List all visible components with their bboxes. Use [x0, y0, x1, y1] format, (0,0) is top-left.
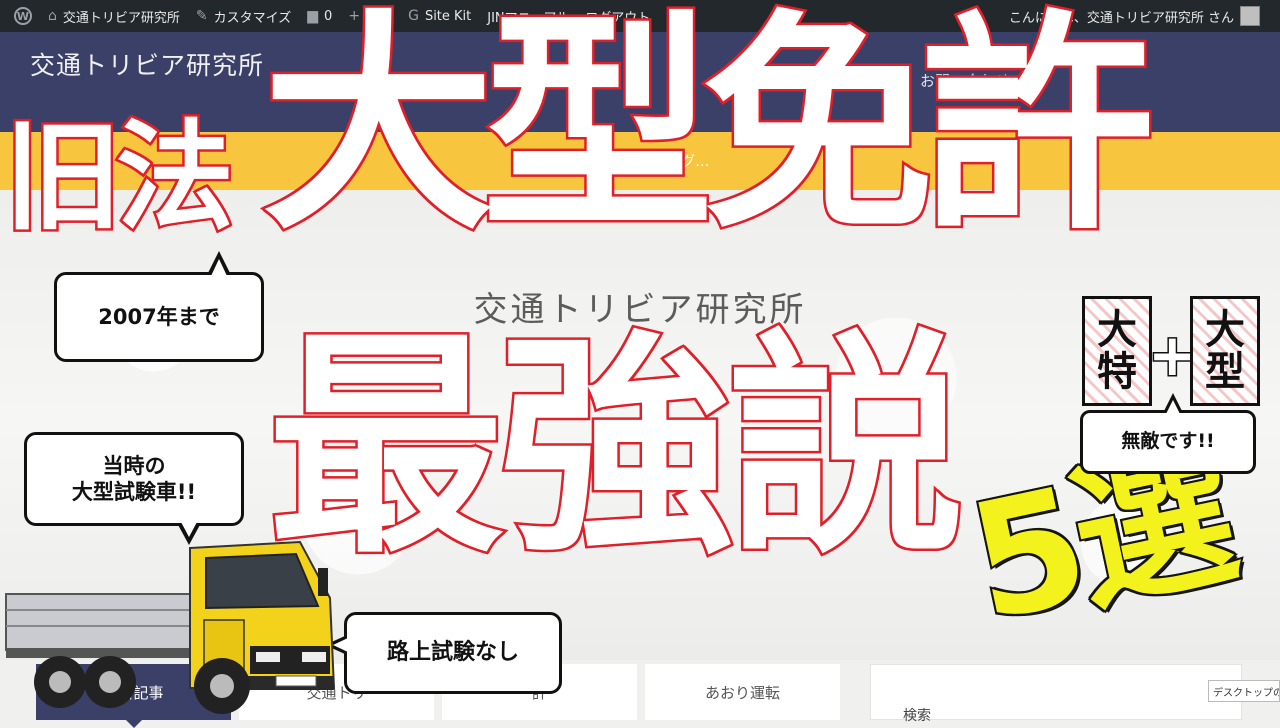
site-title[interactable]: 交通トリビア研究所: [30, 46, 300, 86]
bubble-invincible-text: 無敵です!!: [1121, 430, 1215, 453]
bubble-test-vehicle: 当時の 大型試験車!!: [24, 432, 244, 545]
home-icon: ⌂: [48, 8, 57, 24]
wordpress-logo-icon[interactable]: W: [0, 7, 40, 25]
desktop-view-tooltip[interactable]: デスクトップの表示: [1208, 680, 1280, 702]
search-widget-label: 検索: [903, 708, 931, 724]
bubble-2007: 2007年まで: [54, 251, 264, 362]
truck-image: [5, 540, 336, 714]
tab-aori[interactable]: あおり運転: [645, 664, 840, 720]
title-kyuho: 旧法: [1, 108, 236, 246]
bubble-invincible: 無敵です!!: [1080, 393, 1256, 474]
license-badge-daitoku: 大 特: [1082, 296, 1152, 406]
bubble-no-road-test: 路上試験なし: [325, 612, 562, 694]
sidebar-search-widget: 検索: [870, 664, 1242, 724]
license-badge-oogata: 大 型: [1190, 296, 1260, 406]
admin-site-name[interactable]: ⌂ 交通トリビア研究所: [40, 7, 188, 26]
truck-flatbed: [5, 593, 193, 651]
bubble-2007-text: 2007年まで: [98, 304, 220, 329]
title-oogata-menkyo: 大型免許: [259, 0, 1156, 261]
bubble-test-vehicle-text: 当時の 大型試験車!!: [71, 453, 197, 504]
title-saikyo-setsu: 最強説: [265, 310, 966, 585]
avatar[interactable]: [1240, 6, 1260, 26]
bubble-no-road-test-text: 路上試験なし: [386, 640, 519, 666]
brush-icon: ✎: [195, 8, 208, 24]
